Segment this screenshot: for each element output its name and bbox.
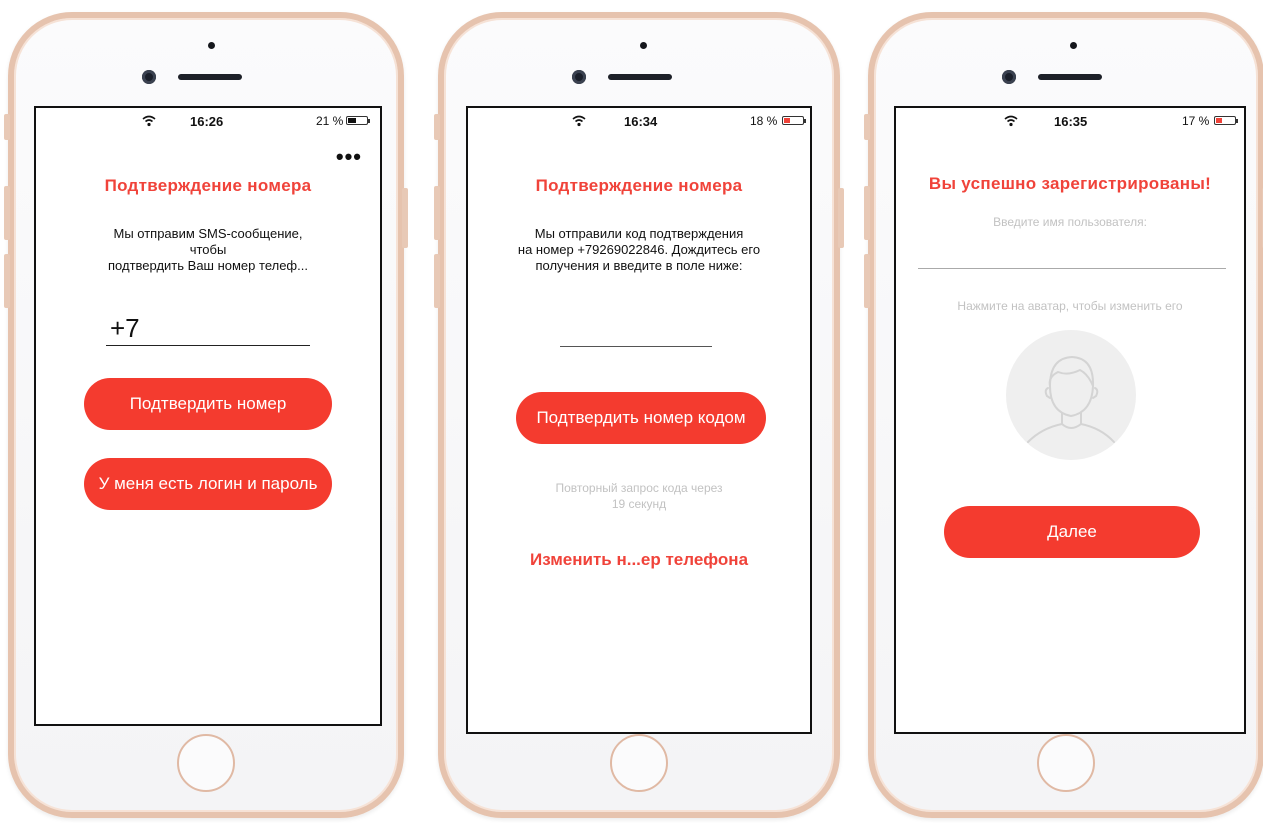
power-button (838, 188, 844, 248)
page-title: Вы успешно зарегистрированы! (928, 174, 1212, 193)
user-avatar-icon[interactable] (1006, 330, 1136, 460)
earpiece-speaker (1038, 74, 1102, 80)
mute-switch (4, 114, 10, 140)
home-button[interactable] (177, 734, 235, 792)
volume-up-button (434, 186, 440, 240)
home-button[interactable] (1037, 734, 1095, 792)
confirm-number-button[interactable]: Подтвердить номер (84, 378, 332, 430)
resend-line: Повторный запрос кода через (555, 481, 723, 495)
front-sensor (208, 42, 215, 49)
screen-registration-success: 16:35 17 % Вы успешно зарегистрированы! … (894, 106, 1246, 734)
page-title: Подтверждение номера (104, 176, 312, 195)
battery-icon (1214, 116, 1238, 125)
front-camera-icon (1002, 70, 1016, 84)
front-sensor (640, 42, 647, 49)
ellipsis-icon[interactable]: ••• (336, 146, 362, 168)
wifi-icon (572, 115, 586, 127)
volume-down-button (864, 254, 870, 308)
mute-switch (864, 114, 870, 140)
code-sent-message: Мы отправили код подтверждения на номер … (468, 226, 810, 274)
change-phone-link[interactable]: Изменить н...ер телефона (468, 550, 810, 570)
message-line: получения и введите в поле ниже: (535, 258, 743, 273)
message-line: подтвердить Ваш номер телеф... (108, 258, 308, 273)
resend-timer: Повторный запрос кода через 19 секунд (468, 480, 810, 512)
volume-up-button (4, 186, 10, 240)
phone-number-input[interactable]: +7 (106, 312, 310, 346)
screen-phone-confirmation: 16:26 21 % ••• Подтверждение номера Мы о… (34, 106, 382, 726)
status-time: 16:35 (1054, 114, 1088, 129)
earpiece-speaker (178, 74, 242, 80)
message-line: Мы отправили код подтверждения (534, 226, 744, 241)
battery-icon (346, 116, 370, 125)
battery-percent: 21 % (316, 114, 344, 128)
message-line: чтобы (189, 242, 227, 257)
status-time: 16:34 (624, 114, 658, 129)
battery-percent: 18 % (750, 114, 778, 128)
power-button (402, 188, 408, 248)
page-title: Подтверждение номера (535, 176, 743, 195)
front-camera-icon (142, 70, 156, 84)
wifi-icon (142, 115, 156, 127)
wifi-icon (1004, 115, 1018, 127)
mute-switch (434, 114, 440, 140)
status-time: 16:26 (190, 114, 224, 129)
next-button[interactable]: Далее (944, 506, 1200, 558)
screen-code-confirmation: 16:34 18 % Подтверждение номера Мы отпра… (466, 106, 812, 734)
volume-up-button (864, 186, 870, 240)
front-camera-icon (572, 70, 586, 84)
volume-down-button (4, 254, 10, 308)
phone-frame-3: 16:35 17 % Вы успешно зарегистрированы! … (864, 12, 1263, 818)
resend-line: 19 секунд (611, 497, 667, 511)
message-line: на номер +79269022846. Дождитесь его (517, 242, 761, 257)
volume-down-button (434, 254, 440, 308)
username-placeholder: Введите имя пользователя: (993, 215, 1147, 229)
message-line: Мы отправим SMS-сообщение, (113, 226, 303, 241)
status-bar: 16:26 21 % (36, 114, 380, 130)
battery-level (348, 118, 356, 123)
battery-level (1216, 118, 1222, 123)
phone-frame-1: 16:26 21 % ••• Подтверждение номера Мы о… (4, 12, 408, 818)
confirm-code-button[interactable]: Подтвердить номер кодом (516, 392, 766, 444)
status-bar: 16:35 17 % (896, 114, 1244, 130)
user-avatar-svg (1027, 356, 1115, 443)
status-bar: 16:34 18 % (468, 114, 810, 130)
earpiece-speaker (608, 74, 672, 80)
front-sensor (1070, 42, 1077, 49)
home-button[interactable] (610, 734, 668, 792)
battery-level (784, 118, 790, 123)
battery-percent: 17 % (1182, 114, 1210, 128)
battery-icon (782, 116, 806, 125)
sms-message: Мы отправим SMS-сообщение, чтобы подтвер… (36, 226, 380, 274)
phone-frame-2: 16:34 18 % Подтверждение номера Мы отпра… (434, 12, 844, 818)
username-input[interactable] (918, 248, 1226, 269)
avatar-hint: Нажмите на аватар, чтобы изменить его (957, 299, 1183, 313)
have-login-button[interactable]: У меня есть логин и пароль (84, 458, 332, 510)
sms-code-input[interactable] (560, 330, 712, 347)
